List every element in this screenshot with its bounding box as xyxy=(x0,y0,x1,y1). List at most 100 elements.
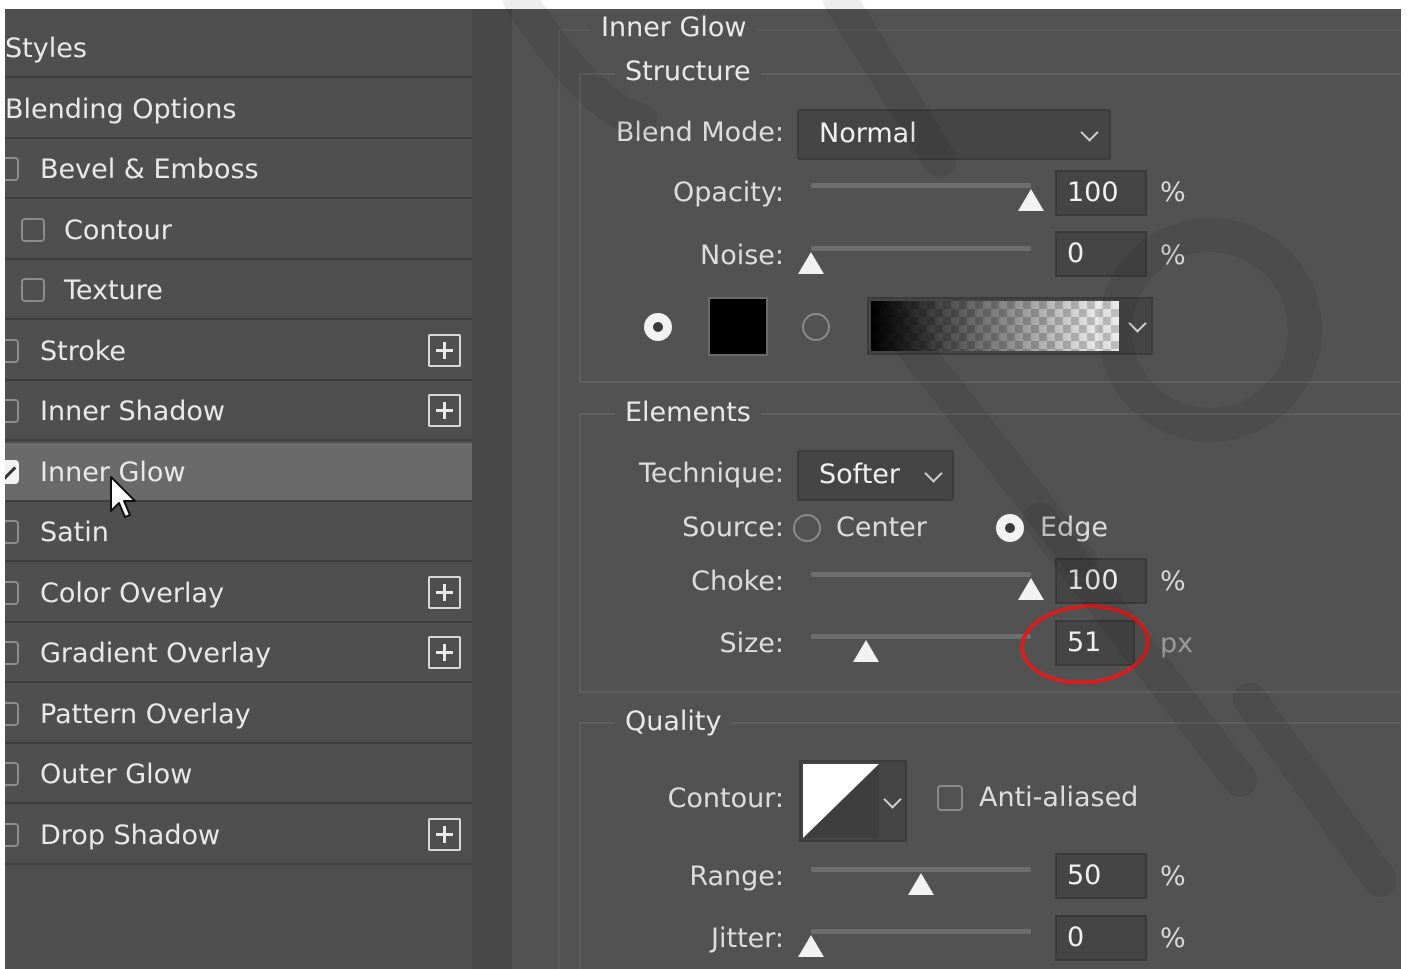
style-item-inner-glow[interactable]: Inner Glow xyxy=(5,443,472,502)
source-center-label: Center xyxy=(836,512,927,543)
source-center-radio[interactable] xyxy=(793,514,821,542)
choke-label: Choke: xyxy=(691,566,784,597)
solid-color-radio[interactable] xyxy=(644,313,672,341)
texture-checkbox[interactable] xyxy=(21,278,45,302)
range-input[interactable]: 50 xyxy=(1055,853,1147,899)
gradient-preview xyxy=(871,301,1119,351)
choke-slider-track[interactable] xyxy=(811,572,1031,577)
noise-slider-thumb[interactable] xyxy=(798,252,824,274)
layer-style-dialog: Styles Blending Options Bevel & Emboss C… xyxy=(5,9,1401,969)
stroke-checkbox[interactable] xyxy=(5,339,19,363)
style-item-bevel-emboss[interactable]: Bevel & Emboss xyxy=(5,140,472,199)
inner-glow-checkbox[interactable] xyxy=(5,460,19,484)
noise-input[interactable]: 0 xyxy=(1055,231,1147,277)
style-item-label: Satin xyxy=(40,517,109,548)
jitter-unit: % xyxy=(1160,923,1186,954)
blend-mode-value: Normal xyxy=(819,118,917,149)
opacity-input[interactable]: 100 xyxy=(1055,170,1147,216)
jitter-label: Jitter: xyxy=(711,923,784,954)
structure-title: Structure xyxy=(615,54,761,90)
quality-title: Quality xyxy=(615,704,732,740)
style-item-color-overlay[interactable]: Color Overlay xyxy=(5,564,472,623)
style-item-label: Color Overlay xyxy=(40,578,225,609)
contour-picker[interactable] xyxy=(799,760,907,842)
range-slider-thumb[interactable] xyxy=(908,873,934,895)
elements-group xyxy=(579,413,1401,693)
technique-value: Softer xyxy=(819,459,900,490)
blending-options-label: Blending Options xyxy=(5,94,237,125)
gradient-radio[interactable] xyxy=(802,313,830,341)
anti-aliased-label: Anti-aliased xyxy=(979,782,1139,813)
style-item-texture[interactable]: Texture xyxy=(5,261,472,320)
add-gradient-overlay-button[interactable] xyxy=(428,636,461,669)
contour-checkbox[interactable] xyxy=(21,218,45,242)
add-stroke-button[interactable] xyxy=(428,334,461,367)
range-label: Range: xyxy=(689,861,784,892)
opacity-unit: % xyxy=(1160,177,1186,208)
panel-title: Inner Glow xyxy=(591,10,757,46)
noise-label: Noise: xyxy=(700,240,784,271)
inner-shadow-checkbox[interactable] xyxy=(5,399,19,423)
jitter-slider-thumb[interactable] xyxy=(798,935,824,957)
size-unit: px xyxy=(1160,628,1194,659)
size-slider-thumb[interactable] xyxy=(853,640,879,662)
chevron-down-icon xyxy=(1080,123,1099,142)
blend-mode-label: Blend Mode: xyxy=(615,117,784,148)
style-item-gradient-overlay[interactable]: Gradient Overlay xyxy=(5,624,472,683)
add-drop-shadow-button[interactable] xyxy=(428,818,461,851)
style-item-contour[interactable]: Contour xyxy=(5,201,472,260)
source-edge-label: Edge xyxy=(1040,512,1108,543)
size-label: Size: xyxy=(719,628,784,659)
source-label: Source: xyxy=(682,512,784,543)
style-item-stroke[interactable]: Stroke xyxy=(5,322,472,381)
styles-header: Styles xyxy=(5,33,87,64)
jitter-slider-track[interactable] xyxy=(811,929,1031,934)
jitter-input[interactable]: 0 xyxy=(1055,915,1147,961)
style-item-label: Contour xyxy=(64,215,172,246)
color-overlay-checkbox[interactable] xyxy=(5,581,19,605)
outer-glow-checkbox[interactable] xyxy=(5,762,19,786)
satin-checkbox[interactable] xyxy=(5,520,19,544)
range-slider-track[interactable] xyxy=(811,867,1031,872)
style-item-drop-shadow[interactable]: Drop Shadow xyxy=(5,806,472,865)
chevron-down-icon xyxy=(1128,314,1147,333)
noise-unit: % xyxy=(1160,240,1186,271)
style-item-label: Stroke xyxy=(40,336,127,367)
add-inner-shadow-button[interactable] xyxy=(428,394,461,427)
mouse-cursor-icon xyxy=(110,476,136,518)
chevron-down-icon xyxy=(883,790,902,809)
pattern-overlay-checkbox[interactable] xyxy=(5,702,19,726)
styles-header-row[interactable]: Styles xyxy=(5,19,472,78)
style-item-pattern-overlay[interactable]: Pattern Overlay xyxy=(5,685,472,744)
choke-unit: % xyxy=(1160,566,1186,597)
gradient-overlay-checkbox[interactable] xyxy=(5,641,19,665)
opacity-slider-thumb[interactable] xyxy=(1018,189,1044,211)
source-edge-radio[interactable] xyxy=(996,514,1024,542)
styles-list-panel: Styles Blending Options Bevel & Emboss C… xyxy=(5,9,472,969)
range-unit: % xyxy=(1160,861,1186,892)
bevel-emboss-checkbox[interactable] xyxy=(5,157,19,181)
blending-options-row[interactable]: Blending Options xyxy=(5,80,472,139)
opacity-label: Opacity: xyxy=(673,177,784,208)
blend-mode-dropdown[interactable]: Normal xyxy=(797,109,1111,160)
anti-aliased-checkbox[interactable] xyxy=(937,785,963,811)
style-item-label: Bevel & Emboss xyxy=(40,154,259,185)
drop-shadow-checkbox[interactable] xyxy=(5,823,19,847)
style-item-satin[interactable]: Satin xyxy=(5,503,472,562)
style-item-label: Outer Glow xyxy=(40,759,193,790)
contour-preview-icon xyxy=(803,764,879,838)
gradient-picker[interactable] xyxy=(867,297,1153,355)
style-item-label: Pattern Overlay xyxy=(40,699,251,730)
opacity-slider-track[interactable] xyxy=(811,183,1031,188)
chevron-down-icon xyxy=(924,464,943,483)
add-color-overlay-button[interactable] xyxy=(428,576,461,609)
style-item-inner-shadow[interactable]: Inner Shadow xyxy=(5,382,472,441)
style-item-label: Inner Shadow xyxy=(40,396,226,427)
style-item-outer-glow[interactable]: Outer Glow xyxy=(5,745,472,804)
size-slider-track[interactable] xyxy=(811,634,1031,639)
style-item-label: Drop Shadow xyxy=(40,820,221,851)
noise-slider-track[interactable] xyxy=(811,246,1031,251)
technique-dropdown[interactable]: Softer xyxy=(797,450,954,501)
glow-color-swatch[interactable] xyxy=(708,297,768,356)
style-item-label: Gradient Overlay xyxy=(40,638,272,669)
